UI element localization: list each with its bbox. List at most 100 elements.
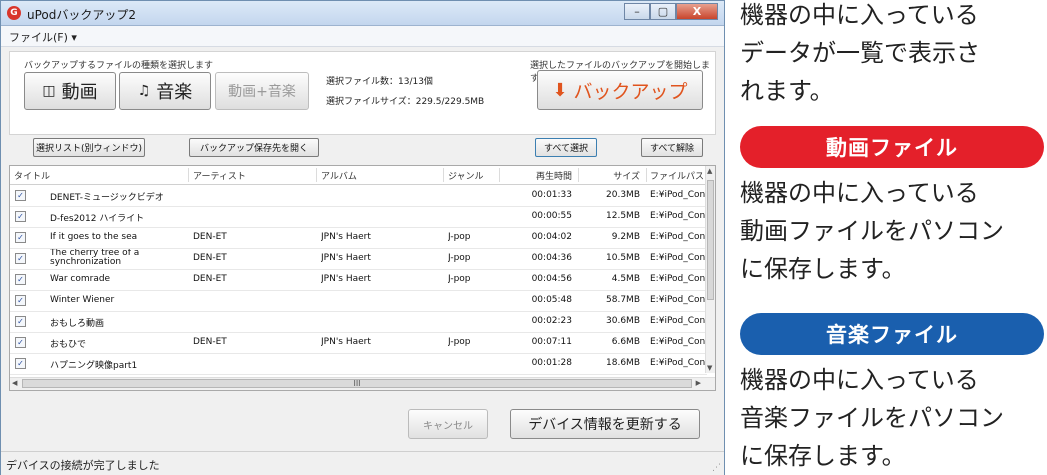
title-bar[interactable]: G uPodバックアップ2 – ▢ X — [1, 1, 724, 26]
cell-size: 20.3MB — [606, 190, 640, 200]
cell-artist: DEN-ET — [193, 274, 227, 284]
open-backup-folder-button[interactable]: バックアップ保存先を開く — [189, 138, 319, 157]
cell-title: D-fes2012 ハイライト — [50, 214, 145, 224]
cell-title: ハプニング映像part1 — [50, 361, 138, 371]
cell-time: 00:02:23 — [531, 316, 572, 326]
music-type-button[interactable]: ♫ 音楽 — [119, 72, 211, 110]
window-title: uPodバックアップ2 — [27, 8, 137, 22]
status-bar: デバイスの接続が完了しました ⋰ — [1, 451, 724, 475]
menu-file[interactable]: ファイル(F) ▾ — [9, 29, 77, 45]
cell-time: 00:04:02 — [531, 232, 572, 242]
row-checkbox[interactable]: ✓ — [15, 358, 26, 369]
cell-size: 10.5MB — [606, 253, 640, 263]
app-window: G uPodバックアップ2 – ▢ X ファイル(F) ▾ バックアップするファ… — [0, 0, 725, 475]
cell-title: The cherry tree of a synchronization — [50, 249, 140, 267]
row-checkbox[interactable]: ✓ — [15, 316, 26, 327]
cell-album: JPN's Haert — [321, 253, 371, 263]
cell-artist: DEN-ET — [193, 337, 227, 347]
row-checkbox[interactable]: ✓ — [15, 232, 26, 243]
cell-genre: J-pop — [448, 337, 471, 347]
cell-size: 58.7MB — [606, 295, 640, 305]
table-row[interactable]: ✓ War comrade DEN-ET JPN's Haert J-pop 00:04:… — [10, 269, 707, 291]
table-row[interactable]: ✓ おもひで DEN-ET JPN's Haert J-pop 00:07:11 6.6MB… — [10, 332, 707, 354]
cell-path: E:¥iPod_Con.. — [650, 316, 706, 326]
column-divider — [499, 168, 500, 182]
scroll-up-icon[interactable]: ▲ — [707, 167, 712, 175]
vertical-scrollbar[interactable]: ▲ ▼ — [705, 166, 715, 373]
selected-file-count: 選択ファイル数：13/13個 — [326, 77, 433, 87]
cell-title: DENET-ミュージックビデオ — [50, 193, 164, 203]
row-checkbox[interactable]: ✓ — [15, 253, 26, 264]
vertical-scroll-thumb[interactable] — [707, 180, 714, 300]
scroll-right-icon[interactable]: ▶ — [696, 379, 701, 387]
selection-list-window-button[interactable]: 選択リスト(別ウィンドウ) — [33, 138, 145, 157]
row-checkbox[interactable]: ✓ — [15, 295, 26, 306]
video-type-label: 動画 — [61, 82, 98, 103]
cell-path: E:¥iPod_Con.. — [650, 337, 706, 347]
cell-time: 00:04:36 — [531, 253, 572, 263]
cell-size: 30.6MB — [606, 316, 640, 326]
video-desc-line-2: 動画ファイルをパソコン — [740, 217, 1004, 245]
video-desc-line-1: 機器の中に入っている — [740, 179, 979, 207]
cancel-button[interactable]: キャンセル — [408, 409, 488, 439]
column-header-album[interactable]: アルバム — [321, 169, 357, 182]
cell-path: E:¥iPod_Con.. — [650, 358, 706, 368]
column-header-genre[interactable]: ジャンル — [448, 169, 484, 182]
video-music-type-label: 動画+音楽 — [228, 84, 296, 100]
list-action-bar: 選択リスト(別ウィンドウ) バックアップ保存先を開く すべて選択 すべて解除 — [9, 135, 716, 163]
backup-button[interactable]: ⬇ バックアップ — [537, 70, 703, 110]
column-header-time[interactable]: 再生時間 — [512, 169, 572, 182]
deselect-all-button[interactable]: すべて解除 — [641, 138, 703, 157]
minimize-button[interactable]: – — [624, 3, 650, 20]
table-row[interactable]: ✓ Winter Wiener 00:05:48 58.7MB E:¥iPod_Con.… — [10, 290, 707, 312]
row-checkbox[interactable]: ✓ — [15, 337, 26, 348]
resize-grip-icon[interactable]: ⋰ — [712, 463, 721, 473]
cell-album: JPN's Haert — [321, 274, 371, 284]
cell-path: E:¥iPod_Con.. — [650, 274, 706, 284]
scroll-down-icon[interactable]: ▼ — [707, 364, 712, 372]
scroll-left-icon[interactable]: ◀ — [12, 379, 17, 387]
table-row[interactable]: ✓ おもしろ動画 00:02:23 30.6MB E:¥iPod_Con.. — [10, 311, 707, 333]
backup-label: バックアップ — [573, 80, 688, 103]
column-divider — [443, 168, 444, 182]
column-divider — [578, 168, 579, 182]
column-header-artist[interactable]: アーティスト — [193, 169, 246, 182]
intro-line-3: れます。 — [740, 77, 834, 105]
cell-title: War comrade — [50, 274, 111, 284]
close-button[interactable]: X — [676, 3, 718, 20]
column-header-size[interactable]: サイズ — [584, 169, 640, 182]
cell-size: 9.2MB — [611, 232, 640, 242]
cell-artist: DEN-ET — [193, 232, 227, 242]
refresh-device-info-button[interactable]: デバイス情報を更新する — [510, 409, 700, 439]
table-row[interactable]: ✓ D-fes2012 ハイライト 00:00:55 12.5MB E:¥iPod_Co… — [10, 206, 707, 228]
row-checkbox[interactable]: ✓ — [15, 274, 26, 285]
table-row[interactable]: ✓ ハプニング映像part1 00:01:28 18.6MB E:¥iPod_Con.. — [10, 353, 707, 375]
maximize-button[interactable]: ▢ — [650, 3, 676, 20]
table-row[interactable]: ✓ If it goes to the sea DEN-ET JPN's Haert J… — [10, 227, 707, 249]
horizontal-scrollbar[interactable]: ◀ III ▶ — [10, 377, 715, 390]
music-file-heading: 音楽ファイル — [740, 313, 1044, 355]
menu-bar: ファイル(F) ▾ — [1, 26, 724, 47]
video-type-button[interactable]: ◫ 動画 — [24, 72, 116, 110]
cell-path: E:¥iPod_Con.. — [650, 232, 706, 242]
table-row[interactable]: ✓ The cherry tree of a synchronization DEN… — [10, 248, 707, 270]
cell-size: 4.5MB — [611, 274, 640, 284]
row-checkbox[interactable]: ✓ — [15, 211, 26, 222]
intro-line-2: データが一覧で表示さ — [740, 39, 980, 67]
column-header-title[interactable]: タイトル — [14, 169, 50, 182]
cell-path: E:¥iPod_Con.. — [650, 253, 706, 263]
music-type-label: 音楽 — [156, 82, 193, 103]
cell-title: If it goes to the sea — [50, 232, 138, 242]
row-checkbox[interactable]: ✓ — [15, 190, 26, 201]
video-file-heading: 動画ファイル — [740, 126, 1044, 168]
cell-album: JPN's Haert — [321, 337, 371, 347]
column-header-path[interactable]: ファイルパス — [650, 169, 704, 182]
table-row[interactable]: ✓ DENET-ミュージックビデオ 00:01:33 20.3MB E:¥iPod_Co… — [10, 185, 707, 207]
cell-genre: J-pop — [448, 232, 471, 242]
cell-path: E:¥iPod_Con.. — [650, 295, 706, 305]
video-music-type-button[interactable]: 動画+音楽 — [215, 72, 309, 110]
down-arrow-icon: ⬇ — [552, 79, 568, 101]
select-all-button[interactable]: すべて選択 — [535, 138, 597, 157]
cell-genre: J-pop — [448, 253, 471, 263]
horizontal-scroll-thumb[interactable]: III — [22, 379, 692, 388]
